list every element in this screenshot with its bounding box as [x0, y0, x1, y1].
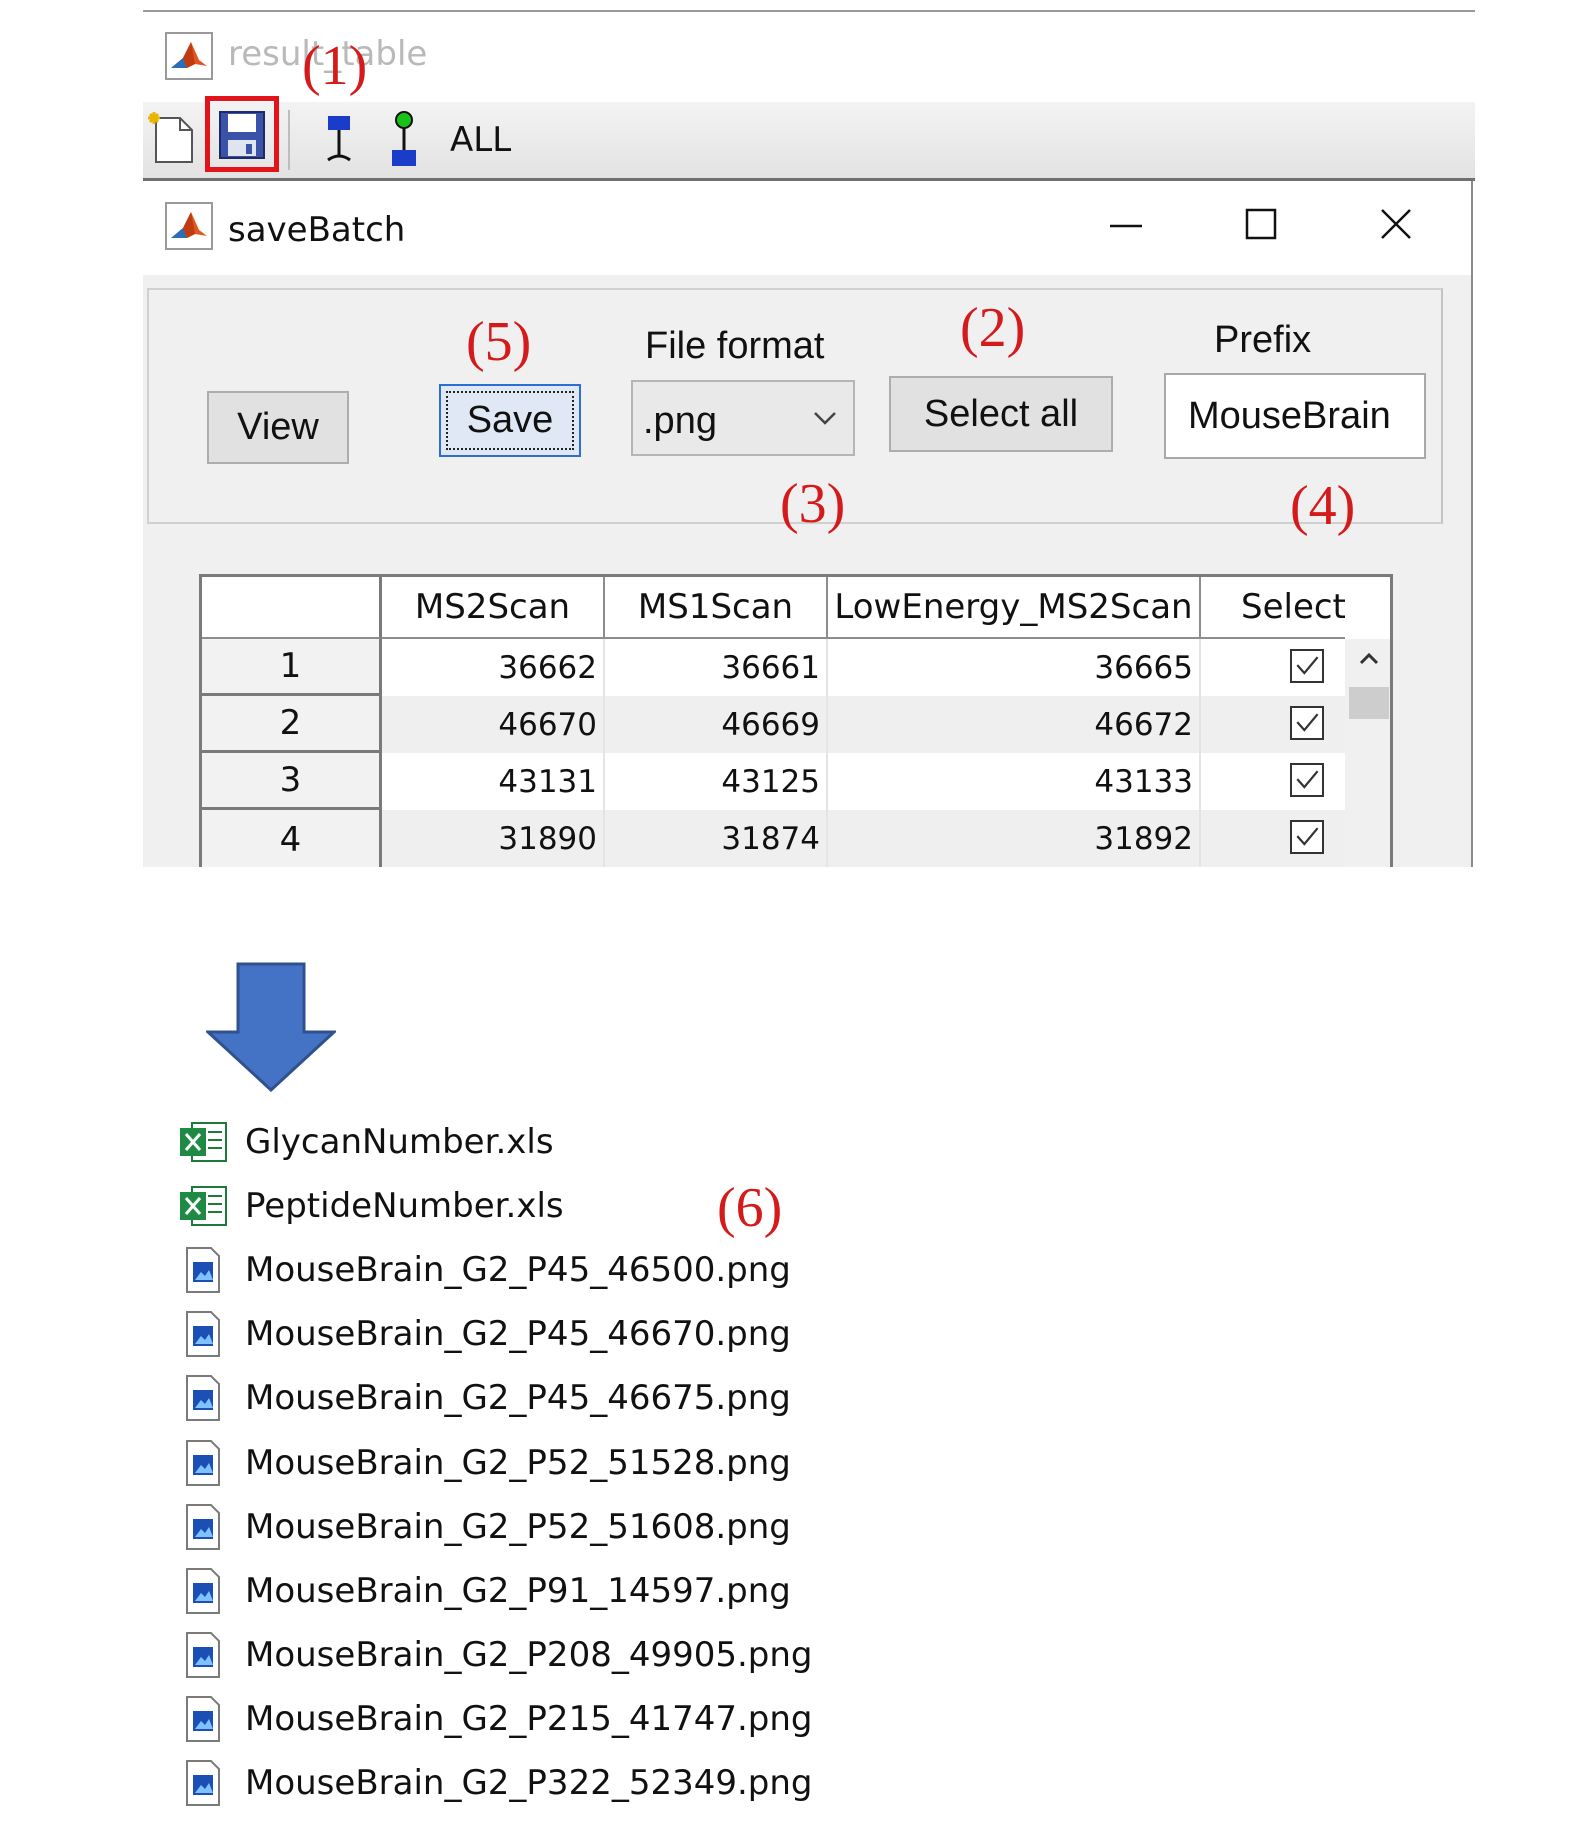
- datatip-icon[interactable]: [320, 112, 360, 168]
- image-file-icon: [177, 1567, 229, 1615]
- file-list-item[interactable]: PeptideNumber.xls: [177, 1176, 564, 1236]
- toolbar-all-label[interactable]: ALL: [450, 120, 511, 160]
- file-list-item[interactable]: MouseBrain_G2_P208_49905.png: [177, 1625, 813, 1685]
- image-file-icon: [177, 1631, 229, 1679]
- table-corner-header: [202, 577, 382, 639]
- savebatch-frame-edge: [1471, 181, 1473, 867]
- row-header[interactable]: 1: [202, 639, 382, 696]
- annotation-3: (3): [780, 473, 846, 535]
- file-list-item[interactable]: MouseBrain_G2_P45_46675.png: [177, 1368, 791, 1428]
- image-file-icon: [177, 1759, 229, 1807]
- table-cell-ms1scan[interactable]: 46669: [605, 696, 828, 753]
- image-file-icon: [177, 1374, 229, 1422]
- window-top-border: [143, 10, 1475, 12]
- save-button-focus-ring: [446, 391, 574, 450]
- select-checkbox[interactable]: [1290, 706, 1324, 740]
- results-table: MS2Scan MS1Scan LowEnergy_MS2Scan Select…: [199, 574, 1393, 867]
- table-cell-lowenergy[interactable]: 36665: [828, 639, 1201, 696]
- select-checkbox[interactable]: [1290, 820, 1324, 854]
- image-file-icon: [177, 1503, 229, 1551]
- table-cell-ms2scan[interactable]: 46670: [382, 696, 605, 753]
- table-cell-ms1scan[interactable]: 43125: [605, 753, 828, 810]
- file-list-item[interactable]: MouseBrain_G2_P322_52349.png: [177, 1753, 813, 1813]
- file-name: MouseBrain_G2_P322_52349.png: [245, 1763, 813, 1803]
- file-name: PeptideNumber.xls: [245, 1186, 564, 1226]
- excel-icon: [177, 1120, 229, 1164]
- file-list-item[interactable]: MouseBrain_G2_P45_46500.png: [177, 1240, 791, 1300]
- annotation-2: (2): [960, 297, 1026, 359]
- table-cell-ms2scan[interactable]: 36662: [382, 639, 605, 696]
- prefix-label: Prefix: [1214, 319, 1312, 361]
- table-cell-select: [1201, 639, 1345, 696]
- prefix-input[interactable]: [1164, 373, 1426, 459]
- row-header[interactable]: 4: [202, 810, 382, 867]
- row-header[interactable]: 2: [202, 696, 382, 753]
- new-file-icon[interactable]: [148, 110, 198, 166]
- file-name: MouseBrain_G2_P52_51528.png: [245, 1443, 791, 1483]
- chevron-down-icon[interactable]: [811, 408, 839, 428]
- matlab-logo-icon: [165, 32, 213, 80]
- save-button[interactable]: Save: [439, 384, 581, 457]
- image-file-icon: [177, 1439, 229, 1487]
- annotation-5: (5): [466, 311, 532, 373]
- save-icon-highlight: [205, 96, 279, 172]
- table-cell-lowenergy[interactable]: 43133: [828, 753, 1201, 810]
- image-file-icon: [177, 1695, 229, 1743]
- maximize-icon[interactable]: [1243, 206, 1279, 242]
- table-cell-select: [1201, 753, 1345, 810]
- table-cell-select: [1201, 696, 1345, 753]
- select-checkbox[interactable]: [1290, 763, 1324, 797]
- file-name: MouseBrain_G2_P52_51608.png: [245, 1507, 791, 1547]
- table-cell-ms1scan[interactable]: 36661: [605, 639, 828, 696]
- file-list-item[interactable]: GlycanNumber.xls: [177, 1112, 554, 1172]
- file-list-item[interactable]: MouseBrain_G2_P52_51608.png: [177, 1497, 791, 1557]
- column-header-ms2scan[interactable]: MS2Scan: [382, 577, 605, 639]
- annotation-6: (6): [717, 1177, 783, 1239]
- table-cell-ms2scan[interactable]: 31890: [382, 810, 605, 867]
- datatip-marker-icon[interactable]: [384, 110, 424, 168]
- file-list-item[interactable]: MouseBrain_G2_P215_41747.png: [177, 1689, 813, 1749]
- file-name: MouseBrain_G2_P215_41747.png: [245, 1699, 813, 1739]
- column-header-ms1scan[interactable]: MS1Scan: [605, 577, 828, 639]
- minimize-icon[interactable]: [1108, 206, 1144, 242]
- view-button[interactable]: View: [207, 391, 349, 464]
- close-icon[interactable]: [1378, 206, 1414, 242]
- table-cell-ms1scan[interactable]: 31874: [605, 810, 828, 867]
- savebatch-title: saveBatch: [228, 210, 406, 250]
- table-vertical-scrollbar[interactable]: [1345, 639, 1390, 867]
- table-cell-lowenergy[interactable]: 31892: [828, 810, 1201, 867]
- matlab-logo-icon: [165, 202, 213, 250]
- file-name: MouseBrain_G2_P91_14597.png: [245, 1571, 791, 1611]
- row-header[interactable]: 3: [202, 753, 382, 810]
- file-name: MouseBrain_G2_P45_46670.png: [245, 1314, 791, 1354]
- table-cell-select: [1201, 810, 1345, 867]
- column-header-lowenergy-ms2scan[interactable]: LowEnergy_MS2Scan: [828, 577, 1201, 639]
- toolbar-separator: [288, 110, 290, 170]
- file-format-select[interactable]: .png: [631, 380, 855, 456]
- file-format-value: .png: [643, 400, 717, 442]
- table-cell-ms2scan[interactable]: 43131: [382, 753, 605, 810]
- image-file-icon: [177, 1310, 229, 1358]
- scrollbar-thumb[interactable]: [1349, 687, 1389, 719]
- file-list-item[interactable]: MouseBrain_G2_P52_51528.png: [177, 1433, 791, 1493]
- select-checkbox[interactable]: [1290, 649, 1324, 683]
- file-name: MouseBrain_G2_P208_49905.png: [245, 1635, 813, 1675]
- excel-icon: [177, 1184, 229, 1228]
- select-all-button[interactable]: Select all: [889, 376, 1113, 452]
- down-arrow-icon: [206, 962, 336, 1092]
- file-name: MouseBrain_G2_P45_46675.png: [245, 1378, 791, 1418]
- file-list-item[interactable]: MouseBrain_G2_P91_14597.png: [177, 1561, 791, 1621]
- annotation-4: (4): [1290, 475, 1356, 537]
- scroll-up-icon[interactable]: [1357, 649, 1381, 669]
- file-format-label: File format: [645, 325, 825, 367]
- file-name: GlycanNumber.xls: [245, 1122, 554, 1162]
- image-file-icon: [177, 1246, 229, 1294]
- column-header-select[interactable]: Select: [1201, 577, 1345, 639]
- table-cell-lowenergy[interactable]: 46672: [828, 696, 1201, 753]
- annotation-1: (1): [302, 35, 368, 97]
- file-name: MouseBrain_G2_P45_46500.png: [245, 1250, 791, 1290]
- file-list-item[interactable]: MouseBrain_G2_P45_46670.png: [177, 1304, 791, 1364]
